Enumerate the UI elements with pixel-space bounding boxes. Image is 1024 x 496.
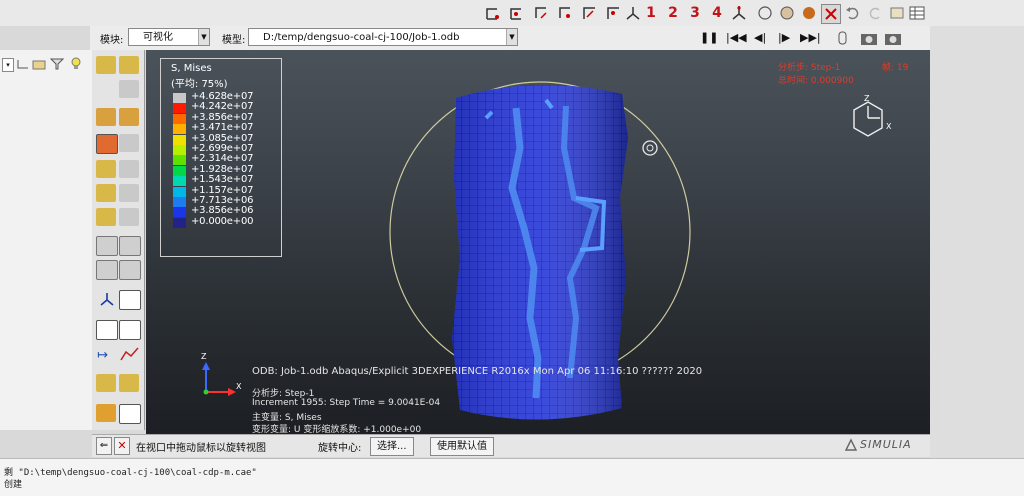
prompt-area: ⇐ ✕ 在视口中拖动鼠标以旋转视图 旋转中心: 选择... 使用默认值 SIMU… [92,434,930,457]
view-4-button[interactable]: 4 [708,4,726,22]
plot-contours-icon[interactable] [96,108,116,126]
plot-symbols-icon[interactable] [96,160,116,178]
path-arrow-icon[interactable]: ↦ [97,348,108,363]
view-1-button[interactable]: 1 [642,4,660,22]
plot-deformed-icon[interactable] [119,56,139,74]
chevron-down-icon: ▼ [506,29,517,45]
main-toolbar: 1 2 3 4 [0,0,1024,26]
display-group-manager-icon[interactable] [119,374,139,392]
view-axes-icon[interactable] [730,4,748,22]
odb-deformed-var-line: 变形变量: U 变形缩放系数: +1.000e+00 [252,425,422,434]
contour-scale-icon[interactable] [119,134,139,152]
prev-frame-icon[interactable]: ◀| [754,31,766,44]
message-line-2: 创建 [4,480,23,490]
message-line-1: 剩 "D:\temp\dengsuo-coal-cj-100\coal-cdp-… [4,468,257,478]
tree-dropdown-icon[interactable]: ▾ [2,58,14,72]
folder-icon[interactable] [32,58,46,73]
symbol-options-icon[interactable] [119,160,139,178]
animate-time-history-icon[interactable] [96,260,118,280]
module-value: 可视化 [143,32,173,43]
prompt-text: 在视口中拖动鼠标以旋转视图 [136,443,266,454]
table-icon[interactable] [908,4,926,22]
render-shaded-edges-icon[interactable] [821,4,841,24]
animate-scale-icon[interactable] [96,236,118,256]
movie-icon[interactable] [884,30,902,49]
axis-z-label: Z [201,352,207,361]
first-frame-icon[interactable]: |◀◀ [726,31,747,44]
odb-increment-line: Increment 1955: Step Time = 9.0041E-04 [252,398,441,408]
plot-contours-deformed-icon[interactable] [96,134,118,154]
pause-icon[interactable]: ❚❚ [700,31,718,44]
use-default-button[interactable]: 使用默认值 [430,437,494,456]
plot-allowables-icon[interactable] [96,208,116,226]
message-area[interactable]: 剩 "D:\temp\dengsuo-coal-cj-100\coal-cdp-… [0,458,1024,496]
model-tree-panel: ▾ [0,50,93,430]
rotation-center-label: 旋转中心: [318,443,362,454]
allowables-options-icon[interactable] [119,208,139,226]
view-back-icon[interactable] [508,4,526,22]
next-frame-icon[interactable]: |▶ [778,31,790,44]
view-bottom-icon[interactable] [556,4,574,22]
view-2-button[interactable]: 2 [664,4,682,22]
redo-icon[interactable] [866,4,884,22]
chevron-down-icon: ▼ [198,29,209,45]
view-front-icon[interactable] [484,4,502,22]
filter-icon[interactable] [49,58,65,73]
viewport[interactable]: S, Mises (平均: 75%) +4.628e+07 +4.242e+07 +… [146,50,930,434]
report-table-icon[interactable] [96,320,118,340]
render-wireframe-icon[interactable] [756,4,774,22]
probe-values-icon[interactable] [119,404,141,424]
visualization-toolbox: ↦ [92,50,145,430]
camera-icon[interactable] [860,30,878,49]
view-top-icon[interactable] [532,4,550,22]
link-icon[interactable] [836,30,850,49]
brand-label: SIMULIA [860,438,912,451]
right-window-area [930,26,1024,458]
select-button[interactable]: 选择... [370,437,414,456]
toolbar-extra-icon[interactable] [888,4,906,22]
model-value: D:/temp/dengsuo-coal-cj-100/Job-1.odb [263,32,460,43]
plot-material-icon[interactable] [96,184,116,202]
undo-icon[interactable] [844,4,862,22]
xy-axis-icon[interactable] [98,290,116,311]
view-right-icon[interactable] [604,4,622,22]
view-3-button[interactable]: 3 [686,4,704,22]
model-select[interactable]: D:/temp/dengsuo-coal-cj-100/Job-1.odb ▼ [248,28,518,46]
module-select[interactable]: 可视化 ▼ [128,28,210,46]
cancel-icon[interactable]: ✕ [114,437,130,455]
back-arrow-icon[interactable]: ⇐ [96,437,112,455]
plot-options-icon[interactable] [119,80,139,98]
xy-data-table-icon[interactable] [119,290,141,310]
context-bar: 模块: 可视化 ▼ 模型: D:/temp/dengsuo-coal-cj-10… [90,26,930,50]
global-axis-triad: Z X [198,352,242,401]
contour-options-icon[interactable] [119,108,139,126]
plot-undeformed-icon[interactable] [96,56,116,74]
render-hidden-icon[interactable] [778,4,796,22]
render-shaded-icon[interactable] [800,4,818,22]
view-iso-icon[interactable] [624,4,642,22]
module-label: 模块: [100,35,124,46]
simulia-logo-icon [844,438,858,455]
odb-info-line: ODB: Job-1.odb Abaqus/Explicit 3DEXPERIE… [252,366,703,377]
view-left-icon[interactable] [580,4,598,22]
animation-options-icon[interactable] [119,260,141,280]
xy-plot-icon[interactable] [120,346,140,365]
last-frame-icon[interactable]: ▶▶| [800,31,821,44]
axis-x-label: X [236,382,242,391]
query-icon[interactable] [96,404,116,422]
model-label: 模型: [222,35,246,46]
animate-harmonic-icon[interactable] [119,236,141,256]
lightbulb-icon[interactable] [70,57,82,74]
tree-expand-icon[interactable] [16,58,30,73]
create-display-group-icon[interactable] [96,374,116,392]
field-output-table-icon[interactable] [119,320,141,340]
material-options-icon[interactable] [119,184,139,202]
